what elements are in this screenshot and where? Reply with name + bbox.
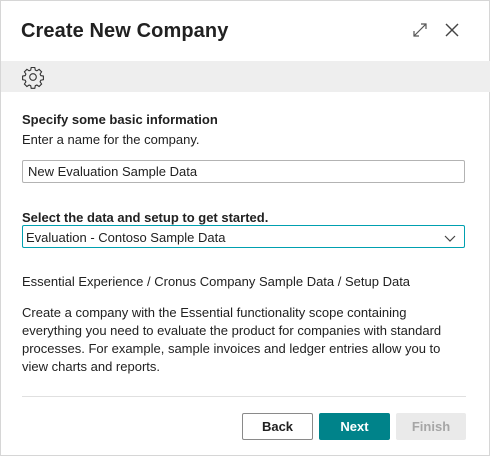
basic-info-heading: Specify some basic information [22, 112, 218, 127]
data-setup-heading: Select the data and setup to get started… [22, 210, 269, 225]
back-button[interactable]: Back [242, 413, 313, 440]
action-bar [1, 61, 490, 92]
next-button[interactable]: Next [319, 413, 390, 440]
create-company-dialog: Create New Company Specify some basic in… [0, 0, 490, 456]
company-name-instruction: Enter a name for the company. [22, 132, 200, 147]
footer-divider [22, 396, 466, 397]
expand-icon[interactable] [409, 19, 431, 41]
package-summary: Essential Experience / Cronus Company Sa… [22, 274, 411, 289]
data-setup-select[interactable]: Evaluation - Contoso Sample Data [22, 225, 465, 248]
chevron-down-icon [444, 231, 456, 243]
package-description: Create a company with the Essential func… [22, 305, 442, 374]
dialog-header: Create New Company [1, 1, 490, 61]
dialog-title: Create New Company [21, 20, 229, 42]
data-setup-selected-value: Evaluation - Contoso Sample Data [26, 230, 226, 245]
company-name-input[interactable]: New Evaluation Sample Data [22, 160, 465, 183]
finish-button[interactable]: Finish [396, 413, 466, 440]
close-icon[interactable] [441, 19, 463, 41]
gear-icon[interactable] [21, 65, 45, 89]
